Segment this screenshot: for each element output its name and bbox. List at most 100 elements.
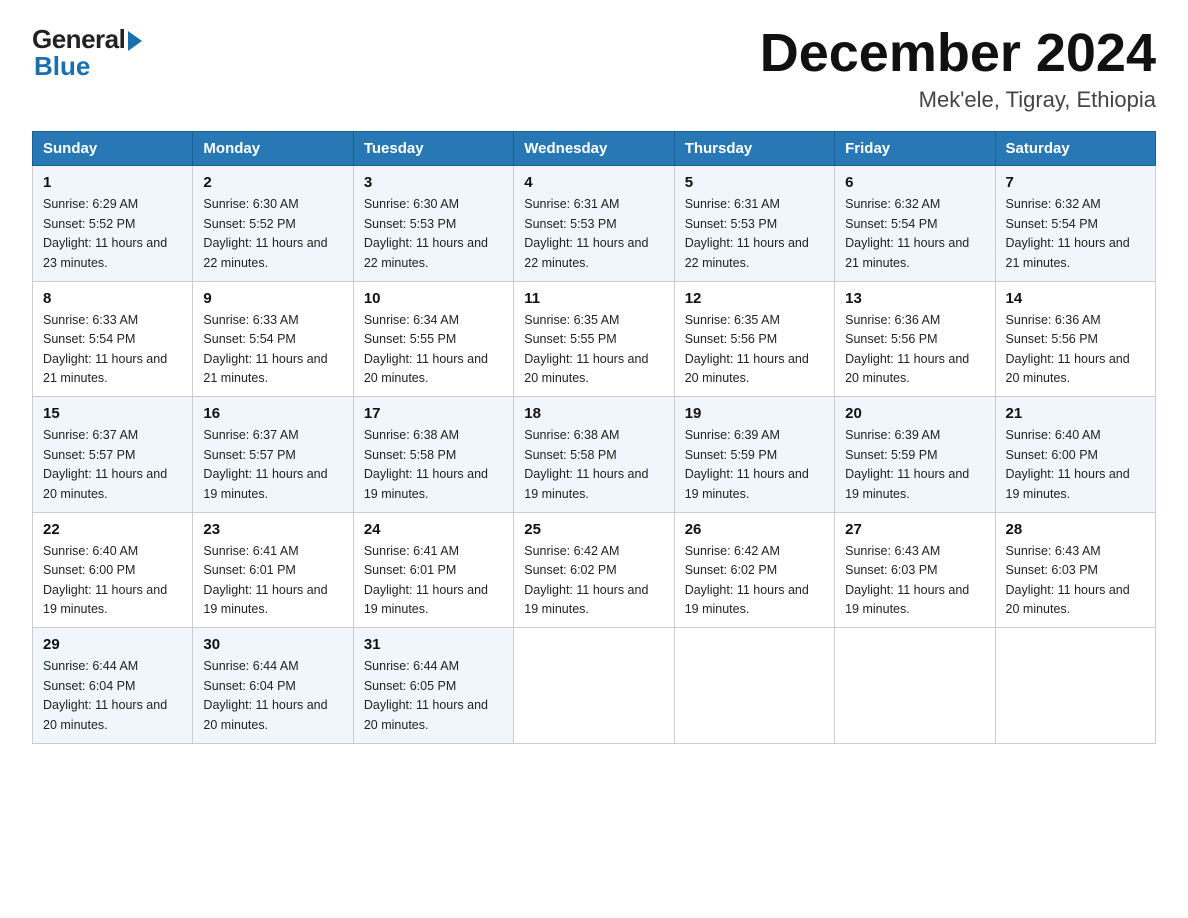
- day-info: Sunrise: 6:43 AMSunset: 6:03 PMDaylight:…: [845, 542, 984, 620]
- day-info: Sunrise: 6:44 AMSunset: 6:04 PMDaylight:…: [203, 657, 342, 735]
- day-number: 1: [43, 174, 182, 191]
- day-info: Sunrise: 6:30 AMSunset: 5:52 PMDaylight:…: [203, 195, 342, 273]
- logo-arrow-icon: [128, 31, 142, 51]
- day-cell: 18 Sunrise: 6:38 AMSunset: 5:58 PMDayligh…: [514, 397, 674, 513]
- day-cell: 27 Sunrise: 6:43 AMSunset: 6:03 PMDayligh…: [835, 512, 995, 628]
- day-cell: 4Sunrise: 6:31 AMSunset: 5:53 PMDaylight…: [514, 166, 674, 282]
- day-cell: 19Sunrise: 6:39 AMSunset: 5:59 PMDayligh…: [674, 397, 834, 513]
- day-cell: 31 Sunrise: 6:44 AMSunset: 6:05 PMDayligh…: [353, 628, 513, 744]
- calendar-table: SundayMondayTuesdayWednesdayThursdayFrid…: [32, 131, 1156, 744]
- day-cell: 15 Sunrise: 6:37 AMSunset: 5:57 PMDayligh…: [33, 397, 193, 513]
- day-cell: 24 Sunrise: 6:41 AMSunset: 6:01 PMDayligh…: [353, 512, 513, 628]
- day-cell: 2Sunrise: 6:30 AMSunset: 5:52 PMDaylight…: [193, 166, 353, 282]
- day-number: 30: [203, 636, 342, 653]
- day-number: 3: [364, 174, 503, 191]
- day-cell: [995, 628, 1155, 744]
- day-number: 26: [685, 521, 824, 538]
- day-info: Sunrise: 6:36 AMSunset: 5:56 PMDaylight:…: [1006, 311, 1145, 389]
- week-row-4: 22 Sunrise: 6:40 AMSunset: 6:00 PMDayligh…: [33, 512, 1156, 628]
- day-info: Sunrise: 6:40 AMSunset: 6:00 PMDaylight:…: [1006, 426, 1145, 504]
- day-cell: 11 Sunrise: 6:35 AMSunset: 5:55 PMDayligh…: [514, 281, 674, 397]
- day-number: 5: [685, 174, 824, 191]
- day-cell: 17 Sunrise: 6:38 AMSunset: 5:58 PMDayligh…: [353, 397, 513, 513]
- day-info: Sunrise: 6:30 AMSunset: 5:53 PMDaylight:…: [364, 195, 503, 273]
- week-row-2: 8 Sunrise: 6:33 AMSunset: 5:54 PMDaylight…: [33, 281, 1156, 397]
- day-info: Sunrise: 6:42 AMSunset: 6:02 PMDaylight:…: [685, 542, 824, 620]
- week-row-3: 15 Sunrise: 6:37 AMSunset: 5:57 PMDayligh…: [33, 397, 1156, 513]
- day-number: 25: [524, 521, 663, 538]
- day-cell: 9Sunrise: 6:33 AMSunset: 5:54 PMDaylight…: [193, 281, 353, 397]
- day-cell: [514, 628, 674, 744]
- header-cell-sunday: Sunday: [33, 132, 193, 166]
- day-number: 24: [364, 521, 503, 538]
- header-cell-wednesday: Wednesday: [514, 132, 674, 166]
- day-info: Sunrise: 6:40 AMSunset: 6:00 PMDaylight:…: [43, 542, 182, 620]
- day-info: Sunrise: 6:37 AMSunset: 5:57 PMDaylight:…: [43, 426, 182, 504]
- day-info: Sunrise: 6:44 AMSunset: 6:04 PMDaylight:…: [43, 657, 182, 735]
- header-cell-monday: Monday: [193, 132, 353, 166]
- day-info: Sunrise: 6:35 AMSunset: 5:56 PMDaylight:…: [685, 311, 824, 389]
- day-info: Sunrise: 6:32 AMSunset: 5:54 PMDaylight:…: [1006, 195, 1145, 273]
- day-info: Sunrise: 6:38 AMSunset: 5:58 PMDaylight:…: [524, 426, 663, 504]
- day-number: 31: [364, 636, 503, 653]
- day-cell: 13Sunrise: 6:36 AMSunset: 5:56 PMDayligh…: [835, 281, 995, 397]
- day-number: 13: [845, 290, 984, 307]
- day-cell: 20Sunrise: 6:39 AMSunset: 5:59 PMDayligh…: [835, 397, 995, 513]
- logo-blue-text: Blue: [32, 51, 90, 82]
- day-cell: 21 Sunrise: 6:40 AMSunset: 6:00 PMDayligh…: [995, 397, 1155, 513]
- day-cell: 14Sunrise: 6:36 AMSunset: 5:56 PMDayligh…: [995, 281, 1155, 397]
- day-cell: 6Sunrise: 6:32 AMSunset: 5:54 PMDaylight…: [835, 166, 995, 282]
- header-cell-saturday: Saturday: [995, 132, 1155, 166]
- header-cell-tuesday: Tuesday: [353, 132, 513, 166]
- day-cell: 23Sunrise: 6:41 AMSunset: 6:01 PMDayligh…: [193, 512, 353, 628]
- day-cell: 26 Sunrise: 6:42 AMSunset: 6:02 PMDayligh…: [674, 512, 834, 628]
- day-number: 21: [1006, 405, 1145, 422]
- day-number: 22: [43, 521, 182, 538]
- day-number: 10: [364, 290, 503, 307]
- month-year-title: December 2024: [760, 24, 1156, 83]
- day-info: Sunrise: 6:43 AMSunset: 6:03 PMDaylight:…: [1006, 542, 1145, 620]
- day-number: 27: [845, 521, 984, 538]
- header-row: SundayMondayTuesdayWednesdayThursdayFrid…: [33, 132, 1156, 166]
- day-cell: 5 Sunrise: 6:31 AMSunset: 5:53 PMDaylight…: [674, 166, 834, 282]
- day-info: Sunrise: 6:38 AMSunset: 5:58 PMDaylight:…: [364, 426, 503, 504]
- day-cell: [674, 628, 834, 744]
- day-cell: 7 Sunrise: 6:32 AMSunset: 5:54 PMDaylight…: [995, 166, 1155, 282]
- day-number: 11: [524, 290, 663, 307]
- header-cell-thursday: Thursday: [674, 132, 834, 166]
- day-number: 12: [685, 290, 824, 307]
- day-info: Sunrise: 6:37 AMSunset: 5:57 PMDaylight:…: [203, 426, 342, 504]
- day-number: 8: [43, 290, 182, 307]
- day-info: Sunrise: 6:42 AMSunset: 6:02 PMDaylight:…: [524, 542, 663, 620]
- day-cell: 29 Sunrise: 6:44 AMSunset: 6:04 PMDayligh…: [33, 628, 193, 744]
- day-number: 16: [203, 405, 342, 422]
- week-row-5: 29 Sunrise: 6:44 AMSunset: 6:04 PMDayligh…: [33, 628, 1156, 744]
- day-number: 20: [845, 405, 984, 422]
- logo: General Blue: [32, 24, 142, 82]
- day-number: 7: [1006, 174, 1145, 191]
- day-info: Sunrise: 6:33 AMSunset: 5:54 PMDaylight:…: [43, 311, 182, 389]
- day-number: 29: [43, 636, 182, 653]
- day-number: 18: [524, 405, 663, 422]
- day-cell: [835, 628, 995, 744]
- day-number: 19: [685, 405, 824, 422]
- day-info: Sunrise: 6:41 AMSunset: 6:01 PMDaylight:…: [203, 542, 342, 620]
- page-header: General Blue December 2024 Mek'ele, Tigr…: [32, 24, 1156, 113]
- day-number: 17: [364, 405, 503, 422]
- day-cell: 16 Sunrise: 6:37 AMSunset: 5:57 PMDayligh…: [193, 397, 353, 513]
- day-number: 28: [1006, 521, 1145, 538]
- day-info: Sunrise: 6:41 AMSunset: 6:01 PMDaylight:…: [364, 542, 503, 620]
- day-number: 9: [203, 290, 342, 307]
- day-info: Sunrise: 6:31 AMSunset: 5:53 PMDaylight:…: [524, 195, 663, 273]
- day-info: Sunrise: 6:44 AMSunset: 6:05 PMDaylight:…: [364, 657, 503, 735]
- day-info: Sunrise: 6:31 AMSunset: 5:53 PMDaylight:…: [685, 195, 824, 273]
- day-cell: 8 Sunrise: 6:33 AMSunset: 5:54 PMDaylight…: [33, 281, 193, 397]
- day-number: 6: [845, 174, 984, 191]
- title-block: December 2024 Mek'ele, Tigray, Ethiopia: [760, 24, 1156, 113]
- day-cell: 12 Sunrise: 6:35 AMSunset: 5:56 PMDayligh…: [674, 281, 834, 397]
- day-cell: 28 Sunrise: 6:43 AMSunset: 6:03 PMDayligh…: [995, 512, 1155, 628]
- day-info: Sunrise: 6:34 AMSunset: 5:55 PMDaylight:…: [364, 311, 503, 389]
- day-number: 15: [43, 405, 182, 422]
- day-info: Sunrise: 6:35 AMSunset: 5:55 PMDaylight:…: [524, 311, 663, 389]
- header-cell-friday: Friday: [835, 132, 995, 166]
